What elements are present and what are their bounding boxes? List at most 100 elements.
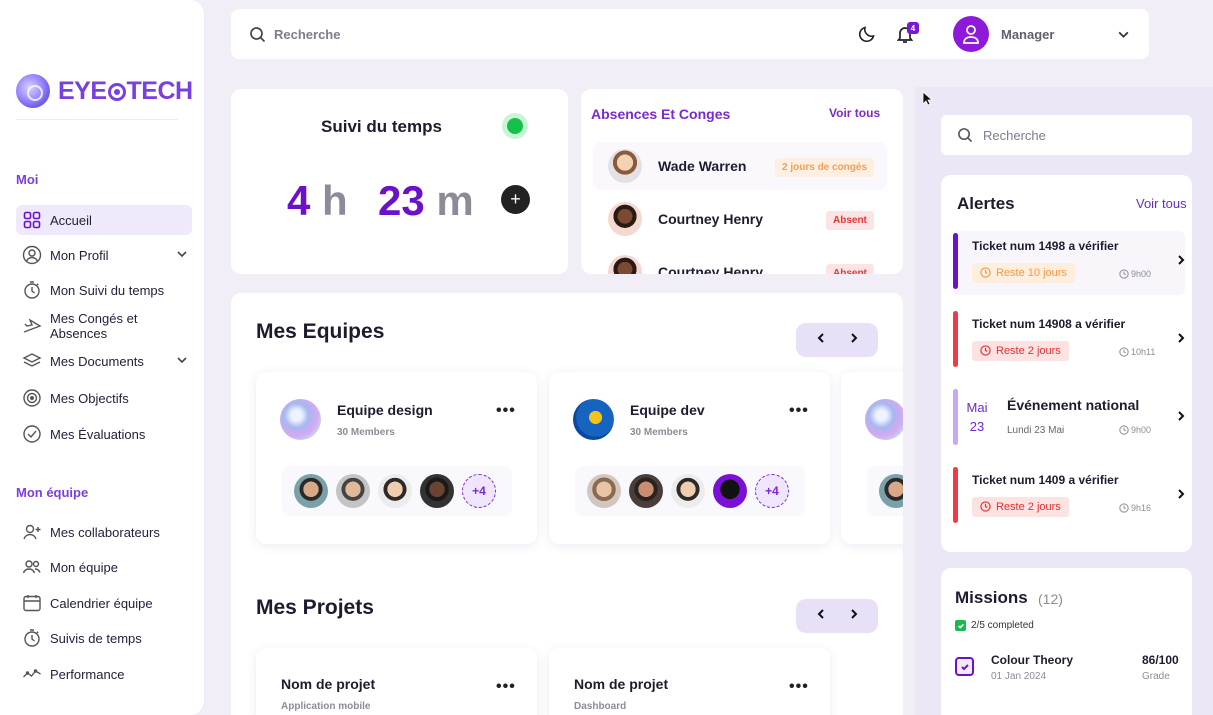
alert-title: Événement national (1007, 397, 1140, 413)
status-badge: Absent (826, 211, 874, 230)
alert-item[interactable]: Ticket num 1498 a vérifier Reste 10 jour… (953, 231, 1185, 295)
chevron-right-icon[interactable] (848, 607, 860, 625)
sidebar-item-performance[interactable]: Performance (16, 659, 192, 689)
chevron-right-icon[interactable] (848, 331, 860, 349)
plane-icon (22, 316, 42, 336)
add-button[interactable]: + (501, 185, 530, 214)
calendar-icon (22, 593, 42, 613)
more-members-badge[interactable]: +4 (755, 474, 789, 508)
employee-name: Wade Warren (658, 158, 747, 174)
team-name: Equipe dev (630, 402, 705, 418)
chevron-down-icon[interactable] (176, 354, 188, 369)
sidebar-item-mon-equipe[interactable]: Mon équipe (16, 552, 192, 582)
avatar (587, 474, 621, 508)
project-card[interactable]: Nom de projet Dashboard ••• (549, 648, 830, 715)
card-title: Missions (955, 588, 1028, 607)
missions-card: Missions (12) 2/5 completed Colour Theor… (941, 568, 1192, 715)
chevron-right-icon[interactable] (1175, 253, 1187, 272)
event-date: Mai 23 (966, 400, 988, 434)
sidebar: EYE TECH Moi Accueil Mon Profil Mon Suivi… (0, 0, 205, 715)
sidebar-item-label: Mon Profil (50, 247, 109, 263)
search-icon (957, 127, 973, 148)
sidebar-item-suivis[interactable]: Suivis de temps (16, 623, 192, 653)
logo[interactable]: EYE TECH (16, 74, 193, 108)
avatar (879, 474, 903, 508)
avatar[interactable] (953, 16, 989, 52)
avatar (420, 474, 454, 508)
more-options-icon[interactable]: ••• (789, 402, 809, 420)
alert-item[interactable]: Ticket num 1409 a vérifier Reste 2 jours… (953, 465, 1185, 529)
missions-count: (12) (1038, 591, 1063, 607)
alert-time: 9h00 (1119, 425, 1151, 435)
chevron-left-icon[interactable] (815, 607, 827, 625)
more-options-icon[interactable]: ••• (496, 402, 516, 420)
list-item[interactable]: Courtney Henry Absent (593, 195, 887, 243)
alerts-card: Alertes Voir tous Ticket num 1498 a véri… (941, 175, 1192, 552)
member-avatars: +4 (575, 466, 805, 516)
more-options-icon[interactable]: ••• (496, 678, 516, 696)
top-bar: Recherche 4 Manager (231, 9, 1149, 59)
chevron-down-icon[interactable] (1117, 28, 1130, 46)
mission-checkbox[interactable] (955, 657, 974, 676)
chevron-right-icon[interactable] (1175, 409, 1187, 428)
alert-item[interactable]: Ticket num 14908 a vérifier Reste 2 jour… (953, 309, 1185, 373)
completion-status: 2/5 completed (955, 620, 1034, 631)
team-logo (280, 399, 321, 440)
sidebar-item-collaborateurs[interactable]: Mes collaborateurs (16, 517, 192, 547)
search-input[interactable]: Recherche (941, 115, 1192, 155)
sidebar-item-calendrier[interactable]: Calendrier équipe (16, 588, 192, 618)
sidebar-item-label: Suivis de temps (50, 630, 142, 646)
more-options-icon[interactable]: ••• (789, 678, 809, 696)
team-card[interactable]: Equipe dev 30 Members ••• +4 (549, 372, 830, 544)
chevron-right-icon[interactable] (1175, 487, 1187, 506)
alert-item[interactable]: Mai 23 Événement national Lundi 23 Mai 9… (953, 387, 1185, 451)
sidebar-item-label: Mes Évaluations (50, 426, 146, 442)
see-all-link[interactable]: Voir tous (829, 106, 880, 120)
chevron-right-icon[interactable] (1175, 331, 1187, 350)
mission-date: 01 Jan 2024 (991, 671, 1047, 682)
project-card[interactable]: Nom de projet Application mobile ••• (256, 648, 537, 715)
target-icon (22, 388, 42, 408)
section-title-projects: Mes Projets (256, 596, 374, 619)
sidebar-item-objectifs[interactable]: Mes Objectifs (16, 383, 192, 413)
sidebar-item-label: Accueil (50, 212, 92, 228)
member-avatars (867, 466, 903, 516)
search-input[interactable]: Recherche (274, 27, 340, 42)
notification-badge: 4 (907, 22, 919, 34)
right-panel: Recherche Alertes Voir tous Ticket num 1… (915, 87, 1213, 715)
user-plus-icon (22, 522, 42, 542)
teams-projects-panel: Mes Equipes Equipe design 30 Members •••… (231, 293, 903, 715)
divider (16, 119, 178, 120)
event-subtitle: Lundi 23 Mai (1007, 425, 1065, 436)
avatar (713, 474, 747, 508)
team-card[interactable]: Equipe design 30 Members ••• +4 (256, 372, 537, 544)
sidebar-item-label: Mes Objectifs (50, 390, 129, 406)
alert-color-bar (953, 389, 958, 445)
sidebar-item-suivi[interactable]: Mon Suivi du temps (16, 275, 192, 305)
user-name[interactable]: Manager (1001, 27, 1054, 42)
chevron-left-icon[interactable] (815, 331, 827, 349)
stopwatch-icon (22, 280, 42, 300)
see-all-link[interactable]: Voir tous (1136, 196, 1187, 211)
sidebar-item-evaluations[interactable]: Mes Évaluations (16, 419, 192, 449)
list-item[interactable]: Courtney Henry Absent (593, 248, 887, 274)
sidebar-item-accueil[interactable]: Accueil (16, 205, 192, 235)
project-subtitle: Application mobile (281, 701, 371, 712)
avatar (608, 255, 642, 274)
sidebar-item-profil[interactable]: Mon Profil (16, 240, 192, 270)
list-item[interactable]: Wade Warren 2 jours de congés (593, 142, 887, 190)
layers-icon (22, 351, 42, 371)
stopwatch-icon (22, 628, 42, 648)
team-card[interactable] (841, 372, 903, 544)
clock-icon (980, 267, 991, 281)
team-logo (573, 399, 614, 440)
search-placeholder: Recherche (983, 128, 1046, 143)
avatar (608, 202, 642, 236)
moon-icon[interactable] (858, 25, 876, 48)
more-members-badge[interactable]: +4 (462, 474, 496, 508)
sidebar-item-label: Mes Congés et Absences (50, 311, 138, 341)
section-title-team: Mon équipe (16, 485, 89, 500)
sidebar-item-documents[interactable]: Mes Documents (16, 346, 192, 376)
chevron-down-icon[interactable] (176, 248, 188, 263)
sidebar-item-conges[interactable]: Mes Congés et Absences (16, 311, 192, 341)
